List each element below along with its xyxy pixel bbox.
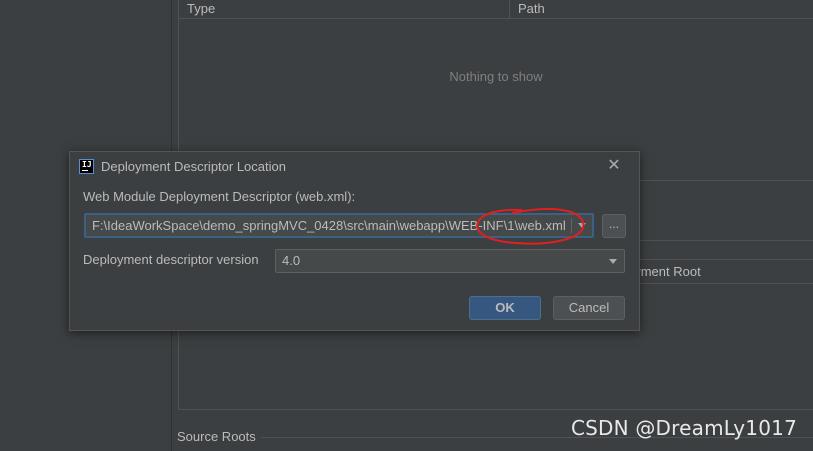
descriptor-path-input[interactable]: F:\IdeaWorkSpace\demo_springMVC_0428\src… [92,218,568,233]
descriptor-path-combobox[interactable]: F:\IdeaWorkSpace\demo_springMVC_0428\src… [84,213,594,238]
chevron-down-icon[interactable] [578,223,586,228]
watermark-text: CSDN @DreamLy1017 [570,416,797,440]
close-icon[interactable]: ✕ [605,157,623,175]
table-header: Type Path [179,0,813,19]
chevron-down-icon[interactable] [609,259,617,264]
dialog-titlebar[interactable]: IJ Deployment Descriptor Location ✕ [70,152,639,181]
empty-table-message: Nothing to show [449,69,543,84]
column-header-path[interactable]: Path [510,0,813,18]
cancel-button[interactable]: Cancel [553,296,625,320]
divider [571,218,572,233]
column-header-type[interactable]: Type [179,0,510,18]
deployment-descriptor-dialog: IJ Deployment Descriptor Location ✕ Web … [69,151,640,331]
app-icon-text: IJ [82,160,92,169]
version-label: Deployment descriptor version [83,252,259,267]
source-roots-label: Source Roots [177,429,256,444]
intellij-icon: IJ [79,159,94,174]
version-value: 4.0 [282,253,301,268]
dialog-title: Deployment Descriptor Location [101,159,286,174]
browse-button[interactable]: ... [602,214,626,238]
version-dropdown[interactable]: 4.0 [275,249,625,273]
descriptor-label: Web Module Deployment Descriptor (web.xm… [83,189,356,204]
ok-button[interactable]: OK [469,296,541,320]
